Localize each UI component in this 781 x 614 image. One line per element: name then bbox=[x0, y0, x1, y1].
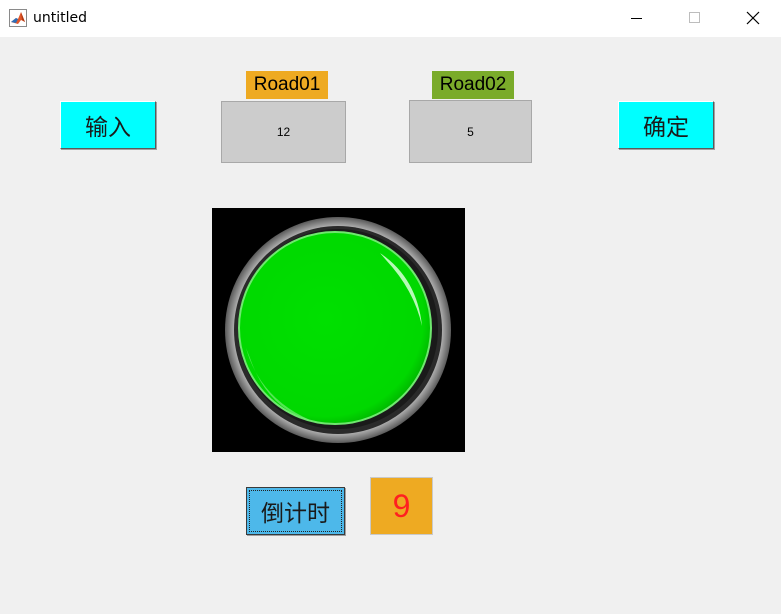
minimize-button[interactable] bbox=[607, 0, 665, 37]
close-button[interactable] bbox=[723, 0, 781, 37]
close-icon bbox=[746, 11, 760, 25]
title-bar: untitled bbox=[0, 0, 781, 37]
input-button[interactable]: 输入 bbox=[60, 101, 156, 149]
matlab-icon bbox=[9, 9, 27, 27]
road01-label: Road01 bbox=[246, 71, 328, 99]
road02-field[interactable]: 5 bbox=[409, 100, 532, 163]
maximize-icon bbox=[689, 12, 700, 23]
minimize-icon bbox=[631, 18, 642, 19]
window-title: untitled bbox=[33, 10, 88, 26]
maximize-button[interactable] bbox=[665, 0, 723, 37]
traffic-light-display bbox=[212, 208, 465, 452]
countdown-button[interactable]: 倒计时 bbox=[246, 487, 345, 535]
countdown-display: 9 bbox=[370, 477, 433, 535]
road02-label: Road02 bbox=[432, 71, 514, 99]
green-light-icon bbox=[225, 217, 451, 443]
confirm-button[interactable]: 确定 bbox=[618, 101, 714, 149]
road01-field[interactable]: 12 bbox=[221, 101, 346, 163]
